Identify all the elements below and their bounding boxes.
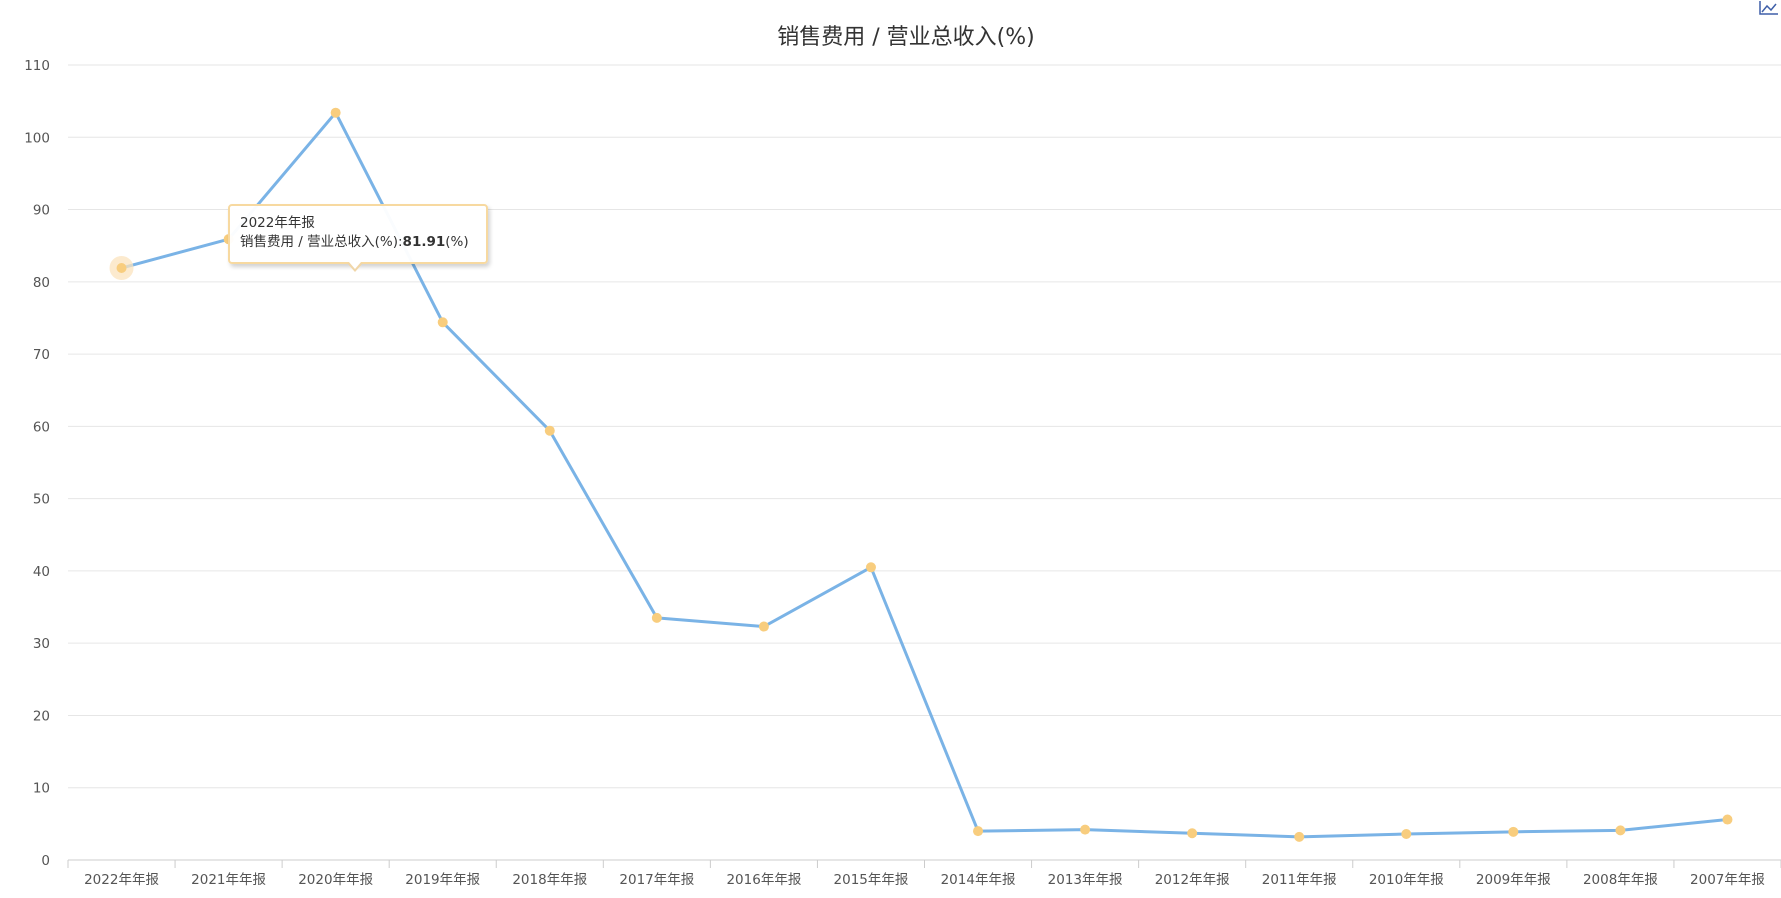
tooltip: 2022年年报 销售费用 / 营业总收入(%):81.91(%) bbox=[228, 204, 488, 272]
tooltip-arrow-inner bbox=[349, 262, 361, 269]
y-tick-label: 0 bbox=[41, 853, 50, 869]
x-tick-label: 2011年年报 bbox=[1262, 872, 1337, 888]
y-tick-label: 70 bbox=[33, 347, 50, 363]
data-point bbox=[1187, 828, 1198, 839]
x-tick-label: 2012年年报 bbox=[1155, 872, 1230, 888]
data-point bbox=[330, 107, 341, 118]
x-tick-label: 2018年年报 bbox=[512, 872, 587, 888]
chart-area: 销售费用 / 营业总收入(%) 0 10 20 30 40 50 60 70 80 90 100 11… bbox=[0, 0, 1781, 894]
data-point bbox=[1508, 826, 1519, 837]
x-tick-label: 2008年年报 bbox=[1583, 872, 1658, 888]
data-point bbox=[1401, 828, 1412, 839]
data-point bbox=[116, 263, 127, 274]
x-axis bbox=[67, 859, 1781, 868]
data-point bbox=[1615, 825, 1626, 836]
y-tick-label: 10 bbox=[33, 781, 50, 797]
y-tick-label: 60 bbox=[33, 419, 50, 435]
x-axis-labels: 2022年年报 2021年年报 2020年年报 2019年年报 2018年年报 2017年… bbox=[84, 872, 1765, 888]
data-point bbox=[758, 621, 769, 632]
data-point bbox=[1722, 814, 1733, 825]
tooltip-row: 销售费用 / 营业总收入(%):81.91(%) bbox=[240, 233, 478, 252]
tooltip-category: 2022年年报 bbox=[240, 215, 315, 231]
tooltip-value: 81.91 bbox=[402, 234, 446, 250]
line-chart: 销售费用 / 营业总收入(%) 0 10 20 30 40 50 60 70 80 90 100 11… bbox=[24, 25, 1781, 888]
x-tick-label: 2021年年报 bbox=[191, 872, 266, 888]
y-tick-label: 80 bbox=[33, 275, 50, 291]
x-tick-label: 2015年年报 bbox=[834, 872, 909, 888]
data-point bbox=[437, 317, 448, 328]
x-tick-label: 2016年年报 bbox=[726, 872, 801, 888]
data-point bbox=[865, 562, 876, 573]
x-tick-label: 2010年年报 bbox=[1369, 872, 1444, 888]
grid-lines bbox=[68, 64, 1781, 789]
y-tick-label: 20 bbox=[33, 708, 50, 724]
y-tick-label: 50 bbox=[33, 492, 50, 508]
chart-title: 销售费用 / 营业总收入(%) bbox=[777, 25, 1034, 50]
x-tick-label: 2013年年报 bbox=[1048, 872, 1123, 888]
data-point bbox=[1294, 831, 1305, 842]
data-point bbox=[651, 612, 662, 623]
y-tick-label: 90 bbox=[33, 203, 50, 219]
x-tick-label: 2022年年报 bbox=[84, 872, 159, 888]
y-tick-label: 100 bbox=[24, 130, 50, 146]
y-tick-label: 110 bbox=[24, 58, 50, 74]
line-chart-icon[interactable] bbox=[1757, 0, 1781, 16]
x-tick-label: 2017年年报 bbox=[619, 872, 694, 888]
y-tick-label: 40 bbox=[33, 564, 50, 580]
y-tick-label: 30 bbox=[33, 636, 50, 652]
data-point bbox=[544, 425, 555, 436]
x-tick-label: 2007年年报 bbox=[1690, 872, 1765, 888]
x-tick-label: 2014年年报 bbox=[941, 872, 1016, 888]
x-tick-label: 2009年年报 bbox=[1476, 872, 1551, 888]
tooltip-unit: (%) bbox=[445, 234, 469, 250]
x-tick-label: 2019年年报 bbox=[405, 872, 480, 888]
tooltip-label: 销售费用 / 营业总收入(%): bbox=[240, 234, 403, 250]
data-point bbox=[973, 826, 984, 837]
x-tick-label: 2020年年报 bbox=[298, 872, 373, 888]
y-axis-labels: 0 10 20 30 40 50 60 70 80 90 100 110 bbox=[24, 58, 50, 869]
data-point bbox=[1080, 824, 1091, 835]
